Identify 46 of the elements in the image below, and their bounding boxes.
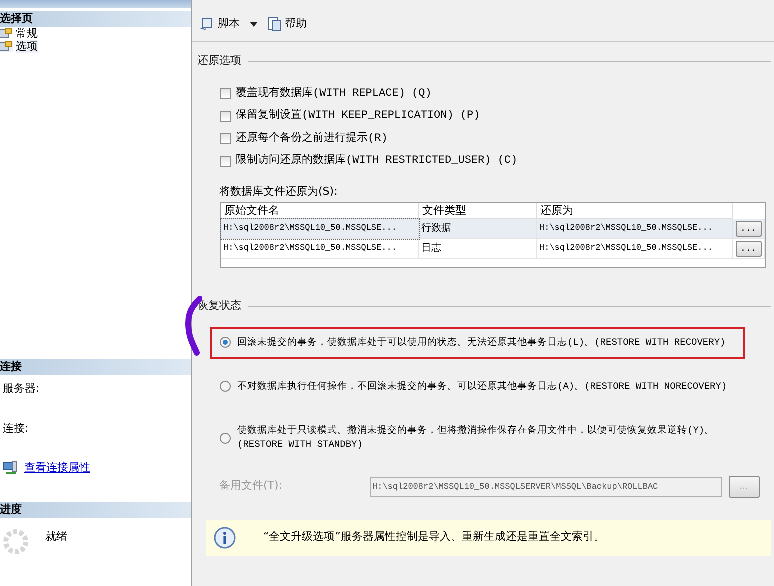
table-cell: H:\sql2008r2\MSSQL10_50.MSSQLSE... [220,219,418,239]
connection-icon [2,460,19,475]
table-cell: 行数据 [418,219,536,239]
checkbox-label: 保留复制设置(WITH KEEP_REPLICATION) (P) [236,108,480,124]
browse-button[interactable]: ... [736,240,762,256]
field-label: 服务器: [2,380,40,396]
page-icon [0,28,13,39]
checkbox[interactable] [220,156,230,167]
table-cell: H:\sql2008r2\MSSQL10_50.MSSQLSE... [220,239,418,259]
field-label: 将数据库文件还原为(S): [220,184,339,200]
page-item[interactable]: 选项 [16,40,38,53]
table-row[interactable]: H:\sql2008r2\MSSQL10_50.MSSQLSE... 行数据 H:\sql2008r2\MSSQL10_50.MSSQLSE... ... [220,219,764,239]
connection-link[interactable]: 查看连接属性 [24,460,90,476]
radio-button[interactable] [220,432,230,444]
checkbox-label: 覆盖现有数据库(WITH REPLACE) (Q) [236,86,432,102]
caret-icon[interactable] [250,22,258,27]
page-item[interactable]: 常规 [16,26,38,40]
info-icon [214,526,236,548]
section-header: 连接 [0,359,191,375]
page-icon [0,40,13,52]
field-label: 备用文件(T): [220,478,284,494]
status-text: 就绪 [45,529,68,545]
progress-spinner-icon [2,529,29,555]
group-title: 还原选项 [198,53,242,69]
table-cell: H:\sql2008r2\MSSQL10_50.MSSQLSE... [536,219,732,239]
checkbox[interactable] [220,110,230,122]
section-header: 选择页 [0,10,191,27]
table-row[interactable]: H:\sql2008r2\MSSQL10_50.MSSQLSE... 日志 H:\sql2008r2\MSSQL10_50.MSSQLSE... ... [220,239,764,259]
section-header: 进度 [0,502,191,518]
help-button[interactable]: 帮助 [268,16,307,33]
radio-label: 回滚未提交的事务，使数据库处于可以使用的状态。无法还原其他事务日志(L)。(RESTORE WITH RECOVERY) [238,336,726,350]
help-icon [268,17,282,32]
table-cell: 日志 [418,239,536,259]
checkbox-label: 限制访问还原的数据库(WITH RESTRICTED_USER) (C) [236,153,518,169]
checkbox[interactable] [220,133,230,144]
radio-button[interactable] [220,381,230,392]
browse-button[interactable]: ... [736,220,762,236]
checkbox[interactable] [220,88,230,100]
radio-label: 不对数据库执行任何操作，不回滚未提交的事务。可以还原其他事务日志(A)。(RESTORE WITH NORECOVERY) [238,380,728,394]
field-label: 连接: [2,421,30,437]
checkbox-label: 还原每个备份之前进行提示(R) [236,130,388,146]
script-button[interactable]: 脚本 [200,16,240,33]
radio-label: 使数据库处于只读模式。撤消未提交的事务，但将撤消操作保存在备用文件中，以便可使恢复效果逆转(Y)。(RESTORE WITH STANDBY) [238,424,716,452]
info-text: “全文升级选项”服务器属性控制是导入、重新生成还是重置全文索引。 [264,529,605,546]
radio-button[interactable] [220,337,230,348]
table-cell: H:\sql2008r2\MSSQL10_50.MSSQLSE... [536,239,732,259]
